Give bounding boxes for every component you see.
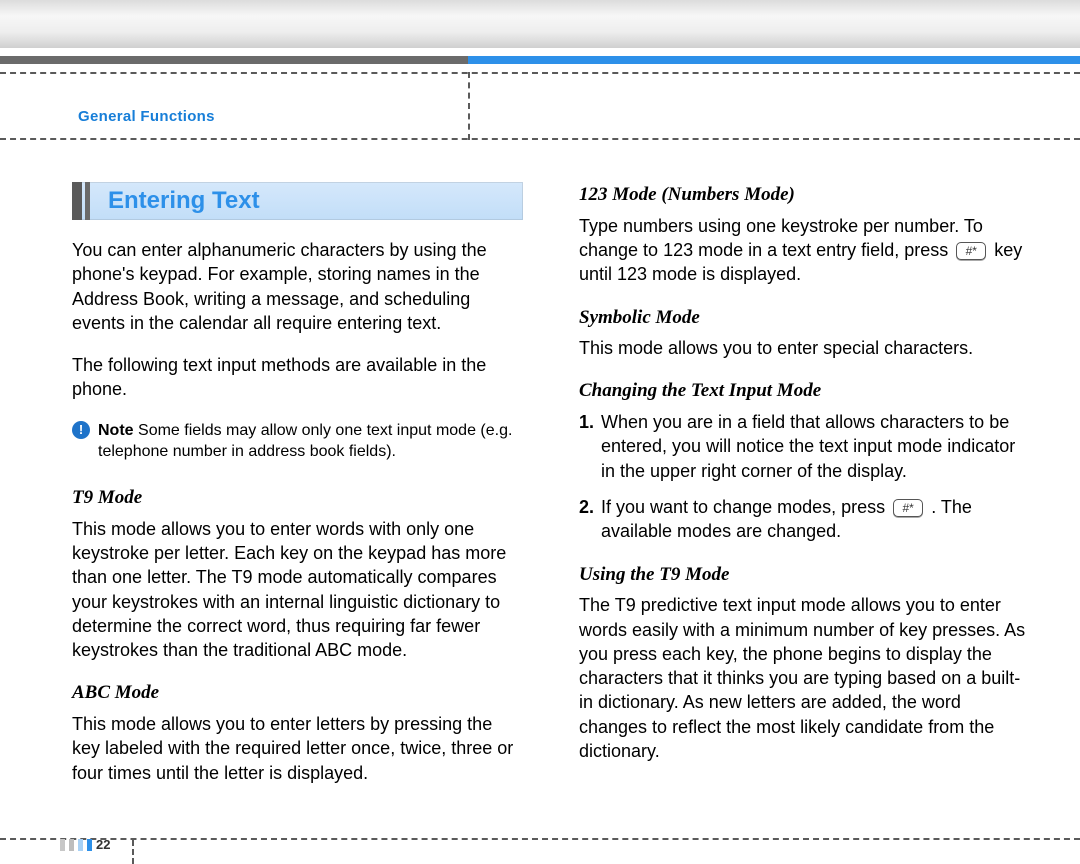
note-body: Some fields may allow only one text inpu… — [98, 422, 512, 461]
header-bar-blue — [468, 56, 1080, 64]
page-heading-box: Entering Text — [72, 182, 523, 220]
subhead-changing: Changing the Text Input Mode — [579, 378, 1030, 404]
hash-key-icon: #* — [893, 499, 923, 517]
intro-paragraph-2: The following text input methods are ava… — [72, 353, 523, 402]
subhead-t9: T9 Mode — [72, 485, 523, 511]
page-tick-4 — [87, 839, 92, 851]
right-column: 123 Mode (Numbers Mode) Type numbers usi… — [579, 182, 1030, 822]
note-label: Note — [98, 422, 134, 439]
step-1-num: 1. — [579, 410, 594, 434]
left-column: Entering Text You can enter alphanumeric… — [72, 182, 523, 822]
num-body: Type numbers using one keystroke per num… — [579, 214, 1030, 287]
page-number-mark: 22 — [60, 837, 110, 852]
page-heading: Entering Text — [90, 182, 523, 220]
heading-accent-1 — [72, 182, 82, 220]
content-columns: Entering Text You can enter alphanumeric… — [72, 182, 1030, 822]
cut-line-upper — [0, 72, 1080, 74]
subhead-abc: ABC Mode — [72, 680, 523, 706]
num-body-a: Type numbers using one keystroke per num… — [579, 216, 983, 260]
step-1-body: When you are in a field that allows char… — [601, 412, 1015, 481]
subhead-using-t9: Using the T9 Mode — [579, 562, 1030, 588]
using-t9-body: The T9 predictive text input mode allows… — [579, 593, 1030, 763]
subhead-symbolic: Symbolic Mode — [579, 305, 1030, 331]
hash-key-icon: #* — [956, 242, 986, 260]
manual-page: General Functions Entering Text You can … — [0, 0, 1080, 864]
header-bar-grey — [0, 56, 468, 64]
note-text: Note Some fields may allow only one text… — [98, 420, 523, 463]
step-2-body-a: If you want to change modes, press — [601, 497, 890, 517]
page-number: 22 — [96, 837, 110, 852]
page-tick-3 — [78, 839, 83, 851]
step-1: 1. When you are in a field that allows c… — [579, 410, 1030, 483]
info-icon: ! — [72, 421, 90, 439]
intro-paragraph-1: You can enter alphanumeric characters by… — [72, 238, 523, 335]
cut-line-mid — [0, 138, 1080, 140]
page-tick-1 — [60, 839, 65, 851]
t9-body: This mode allows you to enter words with… — [72, 517, 523, 663]
note-block: ! Note Some fields may allow only one te… — [72, 420, 523, 463]
changing-steps: 1. When you are in a field that allows c… — [579, 410, 1030, 543]
cut-line-lower-vertical — [132, 840, 134, 864]
sym-body: This mode allows you to enter special ch… — [579, 336, 1030, 360]
page-tick-2 — [69, 839, 74, 851]
step-2: 2. If you want to change modes, press #*… — [579, 495, 1030, 544]
cut-line-upper-vertical — [468, 72, 470, 140]
step-2-num: 2. — [579, 495, 594, 519]
subhead-123: 123 Mode (Numbers Mode) — [579, 182, 1030, 208]
cut-line-lower — [0, 838, 1080, 840]
abc-body: This mode allows you to enter letters by… — [72, 712, 523, 785]
section-label: General Functions — [78, 108, 215, 125]
top-gradient — [0, 0, 1080, 48]
